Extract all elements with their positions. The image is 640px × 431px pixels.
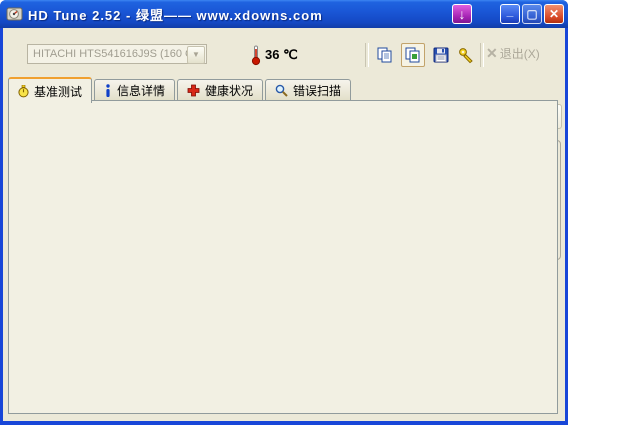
screen: HD Tune 2.52 - 绿盟—— www.xdowns.com ↓ _ ▢… xyxy=(0,0,640,431)
exit-label: 退出(X) xyxy=(499,47,540,61)
download-button[interactable]: ↓ xyxy=(452,4,472,24)
thermometer-icon xyxy=(250,44,262,66)
close-button[interactable]: ✕ xyxy=(544,4,564,24)
titlebar[interactable]: HD Tune 2.52 - 绿盟—— www.xdowns.com ↓ _ ▢… xyxy=(0,0,568,28)
stopwatch-icon xyxy=(18,84,29,98)
info-icon xyxy=(104,84,112,97)
tab-error-scan[interactable]: 错误扫描 xyxy=(265,79,352,101)
options-icon[interactable] xyxy=(454,43,478,67)
tab-benchmark[interactable]: 基准测试 xyxy=(8,77,93,103)
tab-label: 健康状况 xyxy=(205,84,254,98)
copy-icon[interactable] xyxy=(373,43,397,67)
tab-label: 基准测试 xyxy=(34,84,83,99)
window-title: HD Tune 2.52 - 绿盟—— www.xdowns.com xyxy=(28,7,323,23)
tab-label: 信息详情 xyxy=(117,84,166,98)
copy-image-icon[interactable] xyxy=(401,43,425,67)
client-area: HITACHI HTS541616J9S (160 GB) ▼ 36 ℃ ✕ 退… xyxy=(3,28,565,421)
exit-button[interactable]: ✕ 退出(X) xyxy=(486,45,540,62)
toolbar-separator xyxy=(480,43,484,67)
temperature-value: 36 ℃ xyxy=(265,47,298,62)
drive-select[interactable]: HITACHI HTS541616J9S (160 GB) ▼ xyxy=(27,44,207,64)
tabbar: 基准测试 信息详情 健康状况 错误扫描 xyxy=(8,77,353,103)
benchmark-panel xyxy=(8,100,558,414)
maximize-button[interactable]: ▢ xyxy=(522,4,542,24)
toolbar-separator xyxy=(365,43,369,67)
save-icon[interactable] xyxy=(429,43,453,67)
magnifier-icon xyxy=(275,84,288,97)
app-window: HD Tune 2.52 - 绿盟—— www.xdowns.com ↓ _ ▢… xyxy=(0,0,568,425)
health-cross-icon xyxy=(187,84,200,97)
minimize-button[interactable]: _ xyxy=(500,4,520,24)
tab-label: 错误扫描 xyxy=(293,84,342,98)
chevron-down-icon[interactable]: ▼ xyxy=(187,46,205,64)
tab-health[interactable]: 健康状况 xyxy=(177,79,264,101)
tab-info[interactable]: 信息详情 xyxy=(94,79,176,101)
app-icon xyxy=(6,5,24,23)
drive-select-value: HITACHI HTS541616J9S (160 GB) xyxy=(33,48,205,60)
exit-x-icon: ✕ xyxy=(486,45,498,61)
